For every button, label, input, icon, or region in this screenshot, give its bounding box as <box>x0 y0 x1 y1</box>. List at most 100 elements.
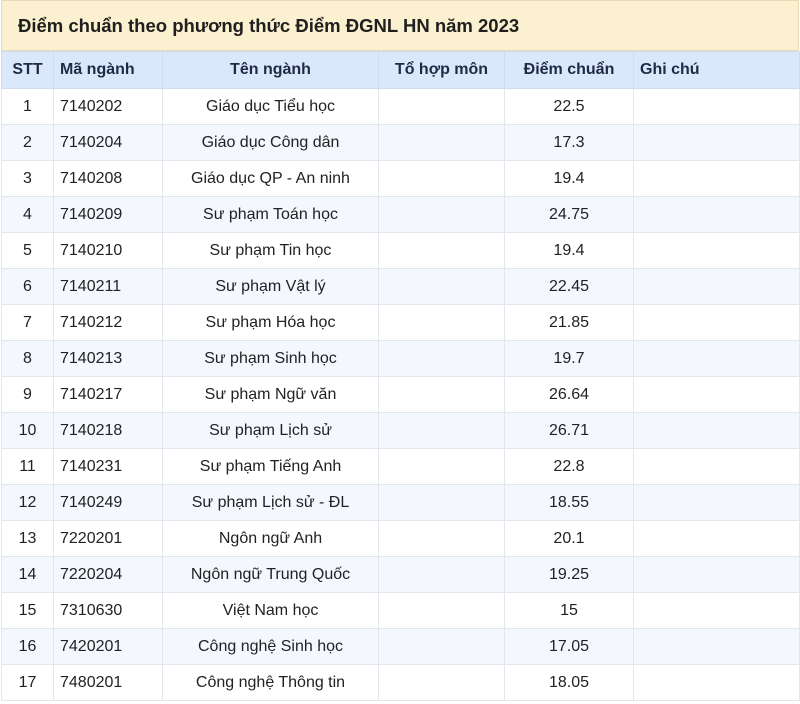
cell-ten-nganh: Sư phạm Toán học <box>162 196 379 233</box>
cell-ghi-chu <box>633 628 800 665</box>
cell-stt: 11 <box>1 448 54 485</box>
cell-ten-nganh: Sư phạm Vật lý <box>162 268 379 305</box>
header-to-hop-mon: Tổ hợp môn <box>378 51 505 89</box>
cell-ten-nganh: Công nghệ Thông tin <box>162 664 379 701</box>
cell-to-hop-mon <box>378 376 505 413</box>
table-row: 2 7140204 Giáo dục Công dân 17.3 <box>1 124 800 161</box>
table-title: Điểm chuẩn theo phương thức Điểm ĐGNL HN… <box>1 0 799 51</box>
cell-to-hop-mon <box>378 556 505 593</box>
table-row: 14 7220204 Ngôn ngữ Trung Quốc 19.25 <box>1 556 800 593</box>
cell-ten-nganh: Sư phạm Sinh học <box>162 340 379 377</box>
cell-stt: 8 <box>1 340 54 377</box>
cell-ma-nganh: 7480201 <box>53 664 163 701</box>
header-ten-nganh: Tên ngành <box>162 51 379 89</box>
cell-ma-nganh: 7220204 <box>53 556 163 593</box>
table-row: 8 7140213 Sư phạm Sinh học 19.7 <box>1 340 800 377</box>
cell-to-hop-mon <box>378 484 505 521</box>
cell-diem-chuan: 19.4 <box>504 232 634 269</box>
table-row: 9 7140217 Sư phạm Ngữ văn 26.64 <box>1 376 800 413</box>
cell-diem-chuan: 17.3 <box>504 124 634 161</box>
cell-ma-nganh: 7140209 <box>53 196 163 233</box>
cell-ten-nganh: Sư phạm Hóa học <box>162 304 379 341</box>
cell-ten-nganh: Ngôn ngữ Anh <box>162 520 379 557</box>
table-body: 1 7140202 Giáo dục Tiểu học 22.5 2 7140204 Giá… <box>1 88 800 701</box>
cell-to-hop-mon <box>378 592 505 629</box>
cell-ma-nganh: 7140218 <box>53 412 163 449</box>
header-ma-nganh: Mã ngành <box>53 51 163 89</box>
cell-stt: 12 <box>1 484 54 521</box>
cell-ghi-chu <box>633 592 800 629</box>
cell-ghi-chu <box>633 232 800 269</box>
table-row: 16 7420201 Công nghệ Sinh học 17.05 <box>1 628 800 665</box>
cell-to-hop-mon <box>378 340 505 377</box>
cell-ten-nganh: Giáo dục Tiểu học <box>162 88 379 125</box>
cell-diem-chuan: 26.71 <box>504 412 634 449</box>
cell-diem-chuan: 24.75 <box>504 196 634 233</box>
cell-ma-nganh: 7140204 <box>53 124 163 161</box>
cell-to-hop-mon <box>378 412 505 449</box>
table-row: 13 7220201 Ngôn ngữ Anh 20.1 <box>1 520 800 557</box>
header-diem-chuan: Điểm chuẩn <box>504 51 634 89</box>
cell-to-hop-mon <box>378 160 505 197</box>
cell-to-hop-mon <box>378 88 505 125</box>
cell-stt: 2 <box>1 124 54 161</box>
cell-stt: 17 <box>1 664 54 701</box>
cell-ten-nganh: Ngôn ngữ Trung Quốc <box>162 556 379 593</box>
cell-ma-nganh: 7310630 <box>53 592 163 629</box>
cell-ten-nganh: Sư phạm Lịch sử <box>162 412 379 449</box>
cell-diem-chuan: 18.05 <box>504 664 634 701</box>
cell-ten-nganh: Sư phạm Tiếng Anh <box>162 448 379 485</box>
cell-stt: 1 <box>1 88 54 125</box>
cell-ghi-chu <box>633 160 800 197</box>
cell-ten-nganh: Sư phạm Lịch sử - ĐL <box>162 484 379 521</box>
cell-ma-nganh: 7140217 <box>53 376 163 413</box>
table-row: 12 7140249 Sư phạm Lịch sử - ĐL 18.55 <box>1 484 800 521</box>
cell-to-hop-mon <box>378 448 505 485</box>
cell-ten-nganh: Sư phạm Ngữ văn <box>162 376 379 413</box>
cell-diem-chuan: 19.25 <box>504 556 634 593</box>
cell-ghi-chu <box>633 664 800 701</box>
table-row: 7 7140212 Sư phạm Hóa học 21.85 <box>1 304 800 341</box>
cell-ma-nganh: 7140211 <box>53 268 163 305</box>
table-row: 11 7140231 Sư phạm Tiếng Anh 22.8 <box>1 448 800 485</box>
cell-ghi-chu <box>633 268 800 305</box>
cell-diem-chuan: 21.85 <box>504 304 634 341</box>
cell-ten-nganh: Sư phạm Tin học <box>162 232 379 269</box>
cell-stt: 3 <box>1 160 54 197</box>
cell-ma-nganh: 7140249 <box>53 484 163 521</box>
cell-ghi-chu <box>633 340 800 377</box>
cell-ten-nganh: Việt Nam học <box>162 592 379 629</box>
cell-diem-chuan: 22.45 <box>504 268 634 305</box>
cell-ghi-chu <box>633 196 800 233</box>
cell-to-hop-mon <box>378 124 505 161</box>
header-ghi-chu: Ghi chú <box>633 51 800 89</box>
cell-ma-nganh: 7140202 <box>53 88 163 125</box>
header-stt: STT <box>1 51 54 89</box>
cell-diem-chuan: 26.64 <box>504 376 634 413</box>
cell-diem-chuan: 22.8 <box>504 448 634 485</box>
table-row: 6 7140211 Sư phạm Vật lý 22.45 <box>1 268 800 305</box>
cell-stt: 5 <box>1 232 54 269</box>
table-row: 10 7140218 Sư phạm Lịch sử 26.71 <box>1 412 800 449</box>
cell-ghi-chu <box>633 376 800 413</box>
cell-ghi-chu <box>633 520 800 557</box>
cell-diem-chuan: 22.5 <box>504 88 634 125</box>
cell-stt: 14 <box>1 556 54 593</box>
cell-ma-nganh: 7420201 <box>53 628 163 665</box>
cell-stt: 10 <box>1 412 54 449</box>
cell-diem-chuan: 18.55 <box>504 484 634 521</box>
table-row: 17 7480201 Công nghệ Thông tin 18.05 <box>1 664 800 701</box>
table-row: 1 7140202 Giáo dục Tiểu học 22.5 <box>1 88 800 125</box>
score-table-container: Điểm chuẩn theo phương thức Điểm ĐGNL HN… <box>1 0 800 701</box>
cell-to-hop-mon <box>378 664 505 701</box>
cell-to-hop-mon <box>378 520 505 557</box>
cell-ghi-chu <box>633 448 800 485</box>
cell-ten-nganh: Giáo dục QP - An ninh <box>162 160 379 197</box>
cell-ma-nganh: 7140231 <box>53 448 163 485</box>
cell-ten-nganh: Giáo dục Công dân <box>162 124 379 161</box>
table-row: 4 7140209 Sư phạm Toán học 24.75 <box>1 196 800 233</box>
cell-diem-chuan: 19.4 <box>504 160 634 197</box>
cell-stt: 9 <box>1 376 54 413</box>
cell-ten-nganh: Công nghệ Sinh học <box>162 628 379 665</box>
cell-to-hop-mon <box>378 304 505 341</box>
